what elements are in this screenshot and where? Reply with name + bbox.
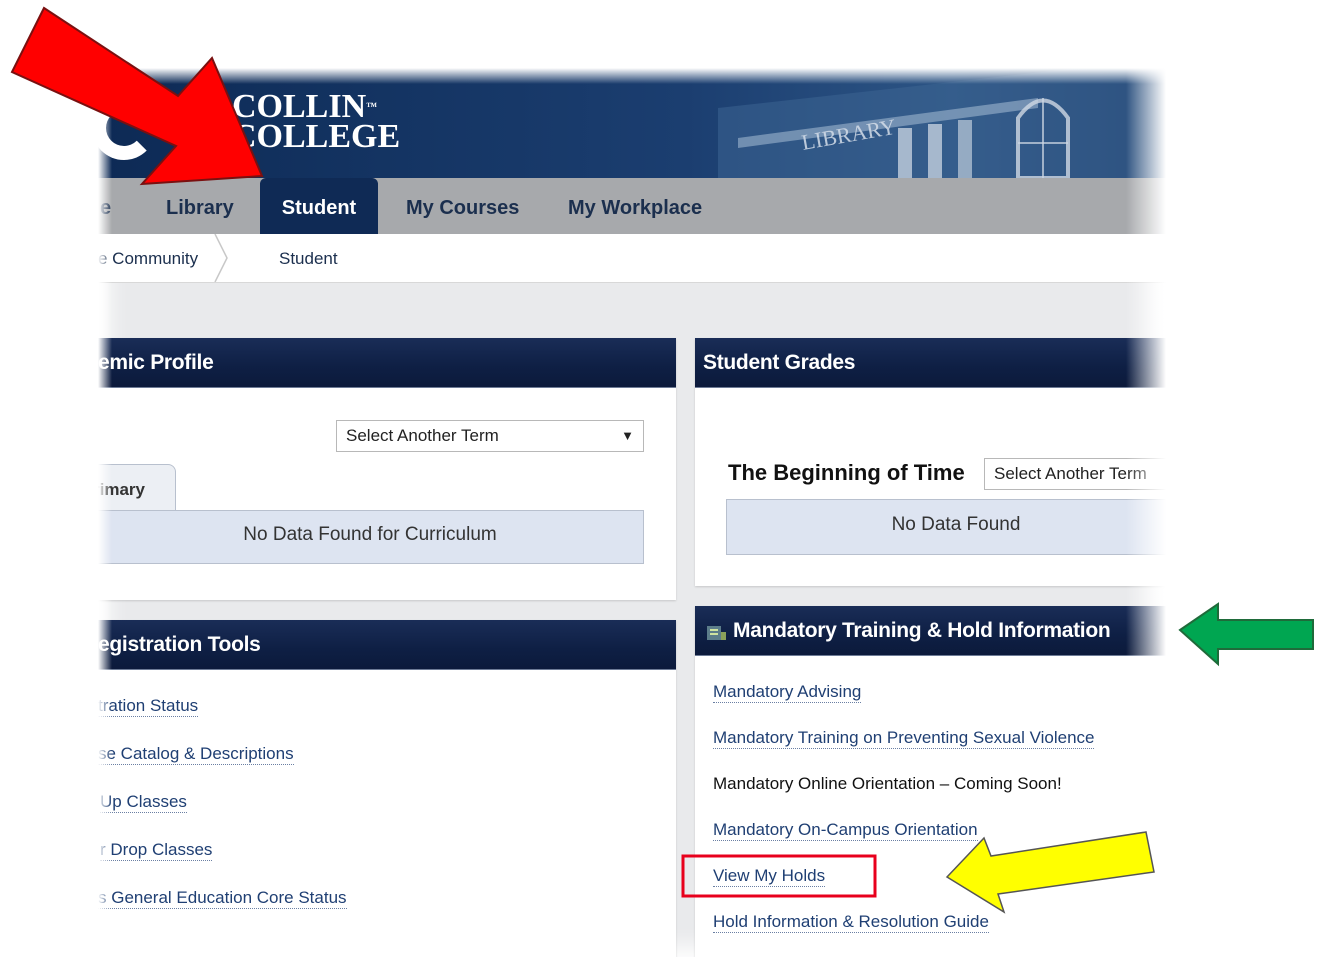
main-nav: e Library Student My Courses My Workplac…: [98, 178, 1166, 234]
site-header: LIBRARY COLLIN™ COLLEGE: [98, 68, 1166, 178]
portal-screenshot: LIBRARY COLLIN™ COLLEGE e Library Studen…: [98, 68, 1166, 957]
grades-term-select-value: Select Another Term: [994, 464, 1147, 483]
tab-primary[interactable]: rimary: [98, 464, 176, 513]
dropdown-arrow-icon: ▼: [621, 428, 634, 443]
add-drop-classes-link[interactable]: r Drop Classes: [100, 840, 213, 861]
library-building-image: LIBRARY: [718, 68, 1166, 178]
academic-profile-portlet: emic Profile Select Another Term ▼ rimar…: [98, 338, 676, 600]
curriculum-no-data: No Data Found for Curriculum: [98, 510, 644, 564]
core-status-link[interactable]: s General Education Core Status: [98, 888, 347, 909]
nav-item-library[interactable]: Library: [166, 178, 234, 234]
academic-term-select[interactable]: Select Another Term ▼: [336, 420, 644, 452]
sexual-violence-training-link[interactable]: Mandatory Training on Preventing Sexual …: [713, 728, 1095, 749]
mandatory-advising-link[interactable]: Mandatory Advising: [713, 682, 862, 703]
logo-line2: COLLEGE: [232, 118, 401, 155]
student-grades-portlet: Student Grades The Beginning of Time Sel…: [695, 338, 1166, 586]
grades-term-select[interactable]: Select Another Term: [984, 458, 1166, 490]
sign-up-classes-link[interactable]: Up Classes: [100, 792, 187, 813]
on-campus-orientation-link[interactable]: Mandatory On-Campus Orientation: [713, 820, 978, 841]
grades-no-data: No Data Found: [726, 499, 1166, 555]
hold-resolution-guide-link[interactable]: Hold Information & Resolution Guide: [713, 912, 989, 933]
tab-primary-label: rimary: [98, 480, 145, 499]
breadcrumb: e Community Student: [98, 234, 1166, 283]
nav-item-my-workplace[interactable]: My Workplace: [568, 178, 702, 234]
mandatory-training-title: Mandatory Training & Hold Information: [695, 606, 1166, 656]
student-grades-title: Student Grades: [695, 338, 1166, 388]
portlet-icon: [707, 626, 726, 640]
breadcrumb-student: Student: [279, 249, 338, 268]
nav-item-student[interactable]: Student: [260, 178, 378, 234]
view-my-holds-link[interactable]: View My Holds: [713, 866, 826, 887]
nav-item-home[interactable]: e: [100, 178, 111, 234]
college-logo[interactable]: COLLIN™ COLLEGE: [232, 90, 401, 155]
registration-tools-portlet: egistration Tools tration Status se Cata…: [98, 620, 676, 957]
trademark-symbol: ™: [366, 101, 378, 113]
academic-term-select-value: Select Another Term: [346, 426, 499, 445]
green-arrow: [1178, 602, 1314, 667]
college-logo-mark: [98, 96, 156, 160]
mandatory-training-portlet: Mandatory Training & Hold Information Ma…: [695, 606, 1166, 957]
grades-term-heading: The Beginning of Time: [728, 460, 965, 485]
nav-item-my-courses[interactable]: My Courses: [406, 178, 519, 234]
grades-no-data-text: No Data Found: [891, 514, 1021, 535]
course-catalog-link[interactable]: se Catalog & Descriptions: [98, 744, 294, 765]
academic-profile-title: emic Profile: [98, 338, 676, 388]
breadcrumb-community[interactable]: e Community: [98, 234, 198, 284]
registration-tools-title: egistration Tools: [98, 620, 676, 670]
online-orientation-text: Mandatory Online Orientation – Coming So…: [713, 774, 1062, 793]
curriculum-no-data-text: No Data Found for Curriculum: [243, 524, 497, 545]
registration-status-link[interactable]: tration Status: [98, 696, 199, 717]
breadcrumb-separator-icon: [214, 234, 228, 282]
